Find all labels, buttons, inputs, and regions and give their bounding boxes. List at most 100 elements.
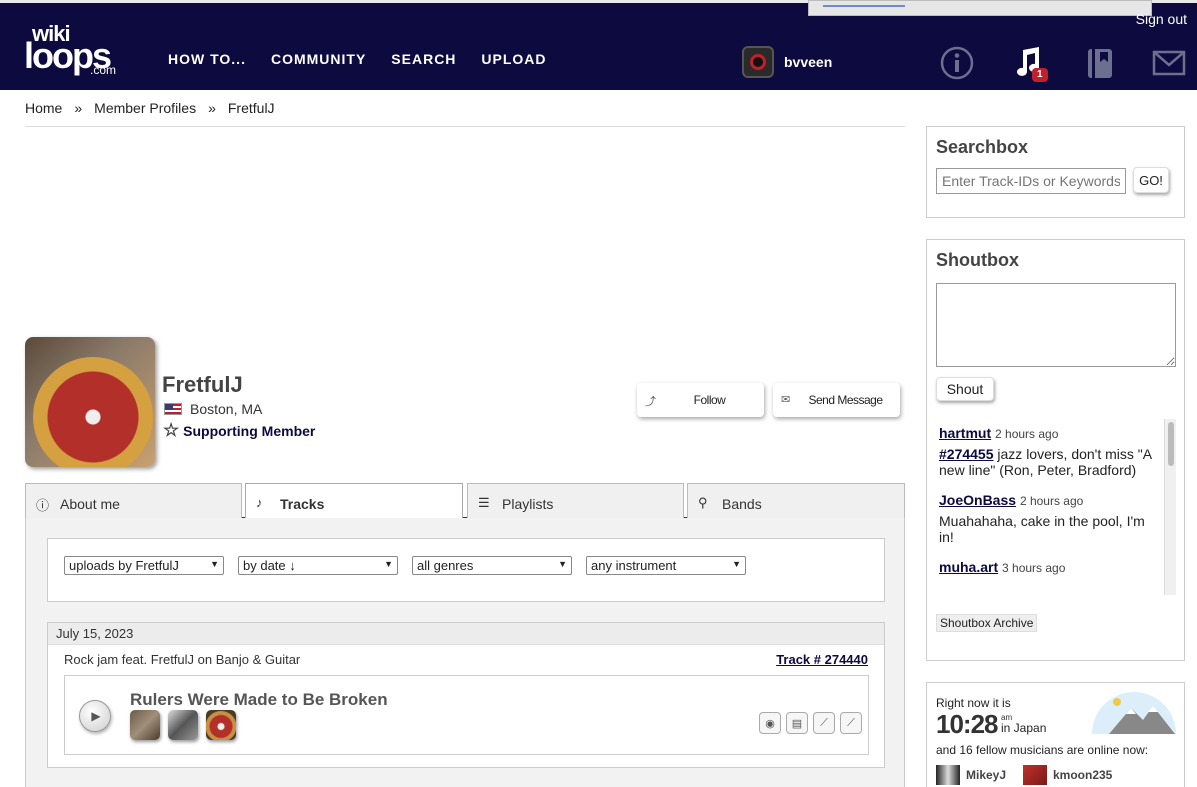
- online-panel: Right now it is 10:28 am in Japan and 16…: [926, 682, 1185, 787]
- searchbox-title: Searchbox: [936, 137, 1029, 157]
- uploads-select[interactable]: uploads by FretfulJ ▼: [64, 556, 224, 575]
- tab-label: Tracks: [280, 496, 325, 512]
- tracks-panel: uploads by FretfulJ ▼ by date ↓ ▼ all genr…: [25, 518, 905, 787]
- follow-label: Follow: [693, 393, 726, 407]
- profile-location: Boston, MA: [164, 401, 262, 417]
- go-button[interactable]: GO!: [1133, 167, 1169, 193]
- user-name[interactable]: bvveen: [784, 54, 832, 70]
- envelope-icon: ✉: [781, 394, 790, 406]
- shout-button[interactable]: Shout: [936, 377, 994, 401]
- us-flag-icon: [164, 403, 182, 415]
- nav-upload[interactable]: UPLOAD: [481, 51, 546, 67]
- tab-bands[interactable]: ⚲ Bands: [687, 483, 905, 518]
- music-note-icon[interactable]: 1: [1012, 46, 1048, 82]
- user-avatar[interactable]: [742, 46, 774, 78]
- shout-track-link[interactable]: #274455: [939, 446, 994, 462]
- mountain-illustration: [1092, 692, 1176, 734]
- track-title[interactable]: Rulers Were Made to Be Broken: [130, 690, 388, 710]
- shoutbox-archive-link[interactable]: Shoutbox Archive: [936, 614, 1038, 632]
- track-number-link[interactable]: Track # 274440: [776, 652, 868, 667]
- play-button[interactable]: ▶: [79, 700, 111, 732]
- search-input[interactable]: [936, 168, 1126, 194]
- shout-time: 2 hours ago: [995, 427, 1059, 441]
- profile-photo: [25, 337, 155, 467]
- track-date: July 15, 2023: [48, 623, 884, 645]
- sign-out-link[interactable]: Sign out: [1136, 11, 1187, 27]
- notification-badge: 1: [1032, 68, 1048, 82]
- musician-avatar[interactable]: [168, 710, 198, 740]
- chevron-down-icon: ▼: [732, 559, 741, 569]
- follow-button[interactable]: ⤴ Follow: [637, 383, 764, 417]
- breadcrumb-current: FretfulJ: [227, 100, 275, 116]
- now-label: Right now it is: [936, 696, 1011, 710]
- mail-icon[interactable]: [1152, 46, 1186, 80]
- shout-scrollbar[interactable]: [1164, 419, 1176, 595]
- banjo-icon: ⟋: [813, 712, 835, 734]
- follow-icon: ⤴: [645, 396, 656, 408]
- shoutbox-panel: Shoutbox Shout hartmut 2 hours ago #2744…: [926, 239, 1185, 661]
- tab-label: About me: [60, 496, 120, 512]
- top-dropdown[interactable]: [808, 0, 1152, 16]
- star-icon: ☆: [163, 420, 180, 440]
- site-header: Sign out wiki loops .com HOW TO... COMMU…: [0, 0, 1197, 90]
- breadcrumb-home[interactable]: Home: [25, 100, 62, 116]
- keyboard-icon: ▤: [786, 712, 808, 734]
- instrument-select[interactable]: any instrument ▼: [586, 556, 746, 575]
- musician-avatar: [1023, 765, 1047, 785]
- genre-select[interactable]: all genres ▼: [412, 556, 572, 575]
- tab-tracks[interactable]: ♪ Tracks: [245, 483, 463, 519]
- shout-item: muha.art 3 hours ago: [930, 553, 1176, 584]
- wikiloops-logo[interactable]: wiki loops .com: [24, 21, 124, 77]
- musician-avatar[interactable]: [206, 710, 236, 740]
- user-menu[interactable]: bvveen: [742, 46, 832, 78]
- shout-user[interactable]: hartmut: [939, 425, 991, 441]
- shout-message: Muahahaha, cake in the pool, I'm in!: [939, 513, 1145, 545]
- guitar-icon: ⟋: [840, 712, 862, 734]
- nav-community[interactable]: COMMUNITY: [271, 51, 366, 67]
- musician-avatar[interactable]: [130, 710, 160, 740]
- online-musician[interactable]: MikeyJ: [936, 765, 1006, 785]
- membership-status[interactable]: ☆ Supporting Member: [163, 420, 315, 441]
- chevron-down-icon: ▼: [210, 559, 219, 569]
- shout-time: 2 hours ago: [1019, 494, 1084, 508]
- shout-textarea[interactable]: [936, 283, 1176, 367]
- shoutbox-title: Shoutbox: [936, 250, 1019, 270]
- tab-playlists[interactable]: ☰ Playlists: [467, 483, 684, 518]
- dropdown-highlight: [823, 5, 905, 7]
- shout-item: JoeOnBass 2 hours ago Muahahaha, cake in…: [930, 486, 1176, 553]
- musician-name: kmoon235: [1053, 768, 1113, 782]
- send-message-button[interactable]: ✉ Send Message: [773, 383, 900, 417]
- location-text: Boston, MA: [190, 401, 263, 417]
- play-icon: ▶: [91, 709, 101, 723]
- musician-name: MikeyJ: [966, 768, 1007, 782]
- nav-how-to[interactable]: HOW TO...: [168, 51, 246, 67]
- tab-label: Bands: [722, 496, 762, 512]
- membership-label: Supporting Member: [183, 422, 316, 439]
- musician-avatar: [936, 765, 960, 785]
- shout-user[interactable]: muha.art: [939, 559, 998, 575]
- local-time: 10:28: [936, 709, 998, 739]
- list-icon: ☰: [478, 495, 490, 510]
- chevron-down-icon: ▼: [558, 559, 567, 569]
- shout-user[interactable]: JoeOnBass: [939, 492, 1016, 508]
- drum-icon: ◉: [759, 712, 781, 734]
- track-player: ▶ Rulers Were Made to Be Broken ◉ ▤ ⟋ ⟋: [64, 675, 869, 755]
- track-card: July 15, 2023 Rock jam feat. FretfulJ on…: [47, 622, 885, 768]
- book-icon[interactable]: [1083, 46, 1117, 80]
- online-musician[interactable]: kmoon235: [1023, 765, 1112, 785]
- info-icon[interactable]: [940, 46, 974, 80]
- main-nav: HOW TO... COMMUNITY SEARCH UPLOAD: [168, 51, 547, 67]
- tab-label: Playlists: [502, 496, 554, 512]
- tab-about-me[interactable]: ⓘ About me: [25, 483, 242, 518]
- nav-search[interactable]: SEARCH: [391, 51, 456, 67]
- sort-select[interactable]: by date ↓ ▼: [238, 556, 398, 575]
- send-message-label: Send Message: [808, 393, 883, 407]
- breadcrumb-member-profiles[interactable]: Member Profiles: [94, 100, 196, 116]
- breadcrumb-separator: »: [74, 100, 83, 116]
- breadcrumb: Home » Member Profiles » FretfulJ: [25, 100, 905, 127]
- shout-item: hartmut 2 hours ago #274455 jazz lovers,…: [930, 419, 1176, 486]
- info-icon: ⓘ: [36, 498, 50, 513]
- breadcrumb-separator: »: [208, 100, 216, 116]
- online-summary: and 16 fellow musicians are online now:: [936, 743, 1149, 757]
- guitars-icon: ⚲: [698, 495, 708, 510]
